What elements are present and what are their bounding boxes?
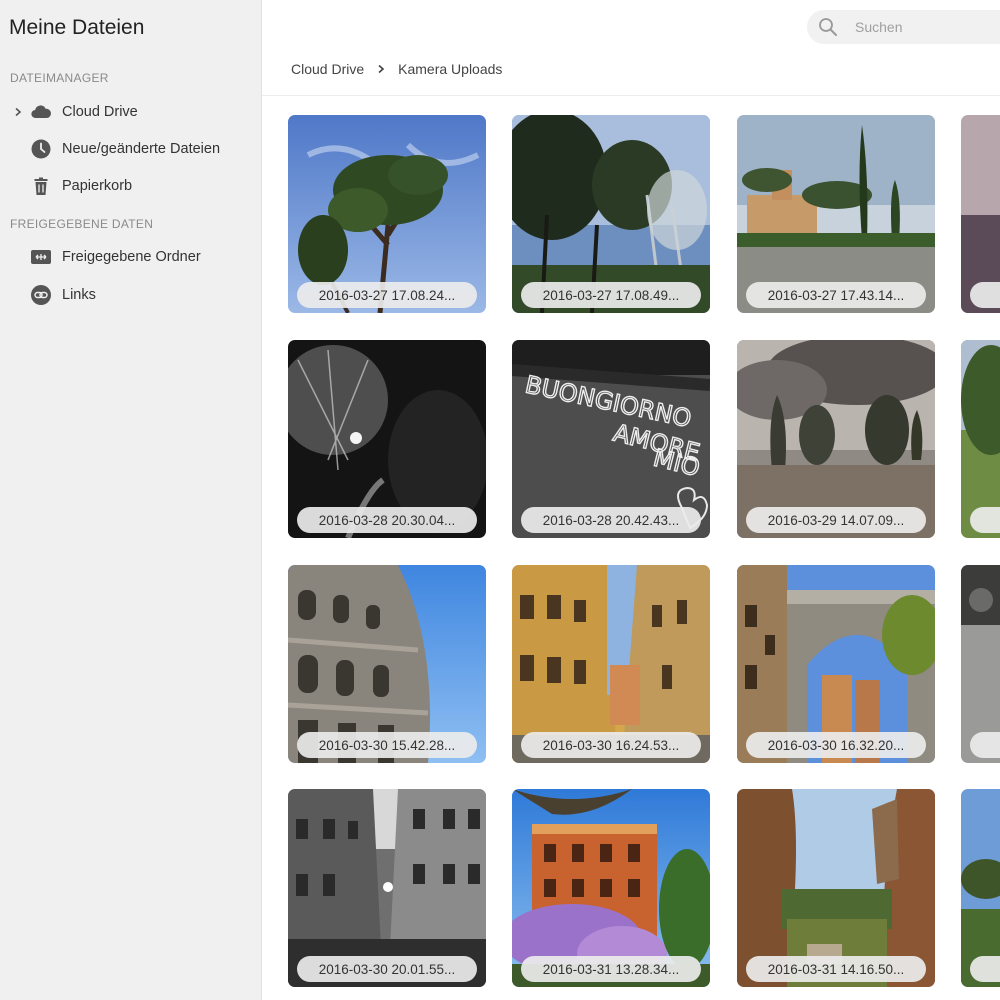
photo-filename: 2016-03-30 15.42.28...	[297, 732, 477, 758]
photo-tile[interactable]: 2016-03-30 15.42.28...	[288, 565, 486, 763]
cloud-icon	[30, 101, 52, 123]
main-content: Cloud Drive Kamera Uploads 2016-03-27 17…	[262, 0, 1000, 1000]
photo-tile[interactable]: 20	[961, 340, 1000, 538]
section-label-shared: FREIGEGEBENE DATEN	[10, 217, 154, 231]
sidebar-item-label: Freigegebene Ordner	[62, 249, 201, 265]
sidebar: Meine Dateien DATEIMANAGER Cloud Drive N…	[0, 0, 262, 1000]
photo-filename: 20	[970, 282, 1000, 308]
sidebar-item-links[interactable]: Links	[0, 280, 262, 310]
sidebar-item-trash[interactable]: Papierkorb	[0, 171, 262, 201]
photo-tile[interactable]: 2016-03-28 20.30.04...	[288, 340, 486, 538]
app-title: Meine Dateien	[9, 16, 145, 39]
trash-icon	[30, 175, 52, 197]
photo-filename: 20	[970, 956, 1000, 982]
photo-filename: 2016-03-30 20.01.55...	[297, 956, 477, 982]
photo-tile[interactable]: 2016-03-31 14.16.50...	[737, 789, 935, 987]
photo-tile[interactable]: 2016-03-30 16.32.20...	[737, 565, 935, 763]
photo-tile[interactable]: 2016-03-30 20.01.55...	[288, 789, 486, 987]
photo-tile[interactable]: 2016-03-27 17.08.49...	[512, 115, 710, 313]
photo-tile[interactable]: 2016-03-31 13.28.34...	[512, 789, 710, 987]
photo-filename: 2016-03-28 20.30.04...	[297, 507, 477, 533]
breadcrumb-item-cloud-drive[interactable]: Cloud Drive	[291, 61, 364, 77]
photo-tile[interactable]: BUONGIORNO AMORE MIO 2016-03-28 20.42.43…	[512, 340, 710, 538]
photo-filename: 2016-03-27 17.08.24...	[297, 282, 477, 308]
photo-filename: 2016-03-30 16.32.20...	[746, 732, 926, 758]
section-label-dateimanager: DATEIMANAGER	[10, 71, 109, 85]
photo-filename: 20	[970, 507, 1000, 533]
sidebar-item-label: Papierkorb	[62, 178, 133, 194]
photo-tile[interactable]: 20	[961, 115, 1000, 313]
sidebar-item-label: Neue/geänderte Dateien	[62, 141, 221, 157]
photo-filename: 2016-03-31 14.16.50...	[746, 956, 926, 982]
link-icon	[30, 284, 52, 306]
search-input[interactable]	[855, 10, 1000, 44]
sidebar-item-recent-files[interactable]: Neue/geänderte Dateien	[0, 134, 262, 164]
sidebar-item-label: Cloud Drive	[62, 104, 138, 120]
sidebar-item-label: Links	[62, 287, 96, 303]
shared-folder-icon	[30, 246, 52, 268]
photo-filename: 2016-03-31 13.28.34...	[521, 956, 701, 982]
photo-tile[interactable]: 2016-03-29 14.07.09...	[737, 340, 935, 538]
header-divider	[262, 95, 1000, 96]
photo-filename: 2016-03-30 16.24.53...	[521, 732, 701, 758]
photo-filename: 2016-03-29 14.07.09...	[746, 507, 926, 533]
photo-tile[interactable]: 20	[961, 789, 1000, 987]
sidebar-item-cloud-drive[interactable]: Cloud Drive	[0, 97, 262, 127]
clock-icon	[30, 138, 52, 160]
photo-tile[interactable]: 2016-03-27 17.43.14...	[737, 115, 935, 313]
photo-tile[interactable]: 20	[961, 565, 1000, 763]
photo-filename: 20	[970, 732, 1000, 758]
photo-tile[interactable]: 2016-03-30 16.24.53...	[512, 565, 710, 763]
photo-filename: 2016-03-27 17.43.14...	[746, 282, 926, 308]
search-box[interactable]	[807, 10, 1000, 44]
chevron-right-icon[interactable]	[12, 97, 24, 127]
breadcrumb-item-current[interactable]: Kamera Uploads	[398, 61, 502, 77]
photo-tile[interactable]: 2016-03-27 17.08.24...	[288, 115, 486, 313]
sidebar-item-shared-folders[interactable]: Freigegebene Ordner	[0, 242, 262, 272]
photo-filename: 2016-03-27 17.08.49...	[521, 282, 701, 308]
photo-filename: 2016-03-28 20.42.43...	[521, 507, 701, 533]
search-icon[interactable]	[817, 16, 839, 38]
chevron-right-icon	[376, 64, 386, 74]
breadcrumb: Cloud Drive Kamera Uploads	[291, 58, 502, 80]
